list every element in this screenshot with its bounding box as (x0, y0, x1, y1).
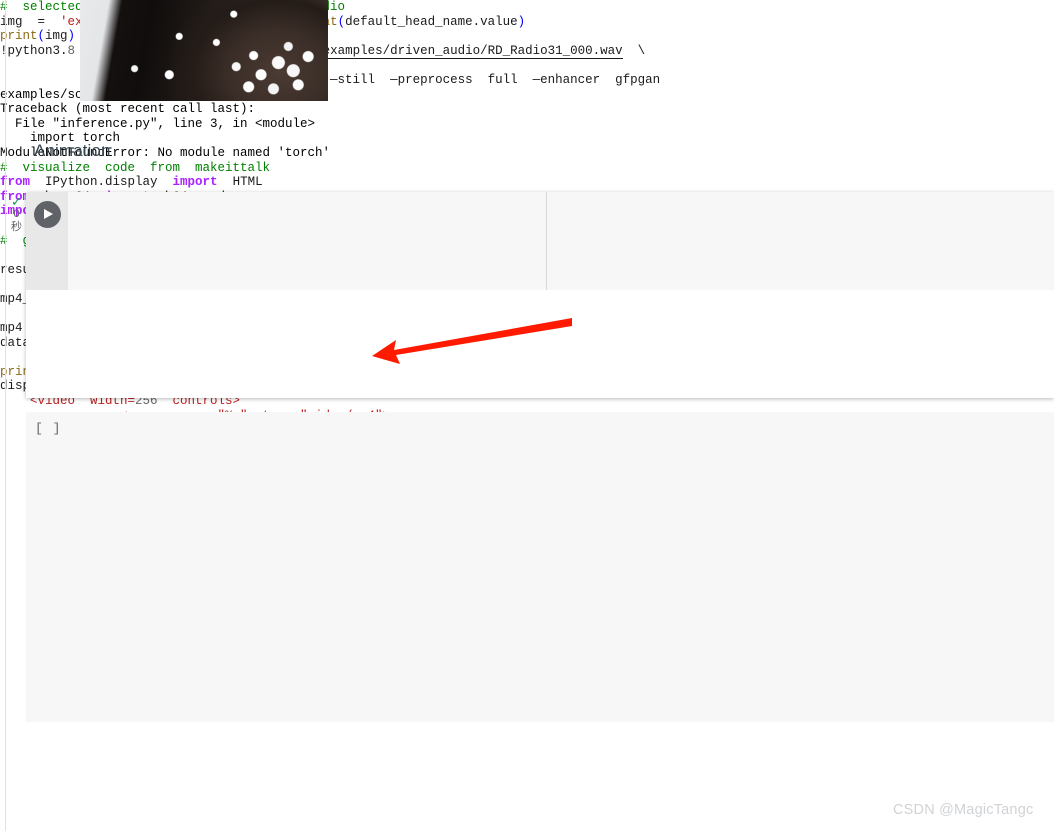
notebook-left-rail (5, 0, 6, 831)
cell-1-column-ruler (546, 192, 547, 290)
cell-1-elapsed-value: 0 (13, 208, 20, 220)
notebook-page: Animation ✓ 0 秒 # selected audio from ex… (0, 0, 1054, 831)
cell-1-elapsed-unit: 秒 (11, 221, 22, 233)
cell-1-gutter (26, 192, 68, 290)
play-icon[interactable] (34, 201, 61, 228)
csdn-watermark: CSDN @MagicTangc (893, 802, 1034, 818)
check-icon: ✓ (11, 194, 22, 209)
cell-2-execution-bracket[interactable]: [ ] (35, 421, 61, 436)
cell-1-code-area[interactable] (26, 192, 1054, 290)
cell-1-output-area (26, 290, 1054, 398)
output-image-snow-coat (80, 0, 328, 101)
cell-1-execution-status: ✓ 0 秒 (7, 194, 26, 234)
photo-content (80, 0, 328, 101)
code-cell-2[interactable] (26, 412, 1054, 722)
code-cell-1[interactable] (26, 192, 1054, 398)
section-heading-animation: Animation (34, 141, 111, 160)
